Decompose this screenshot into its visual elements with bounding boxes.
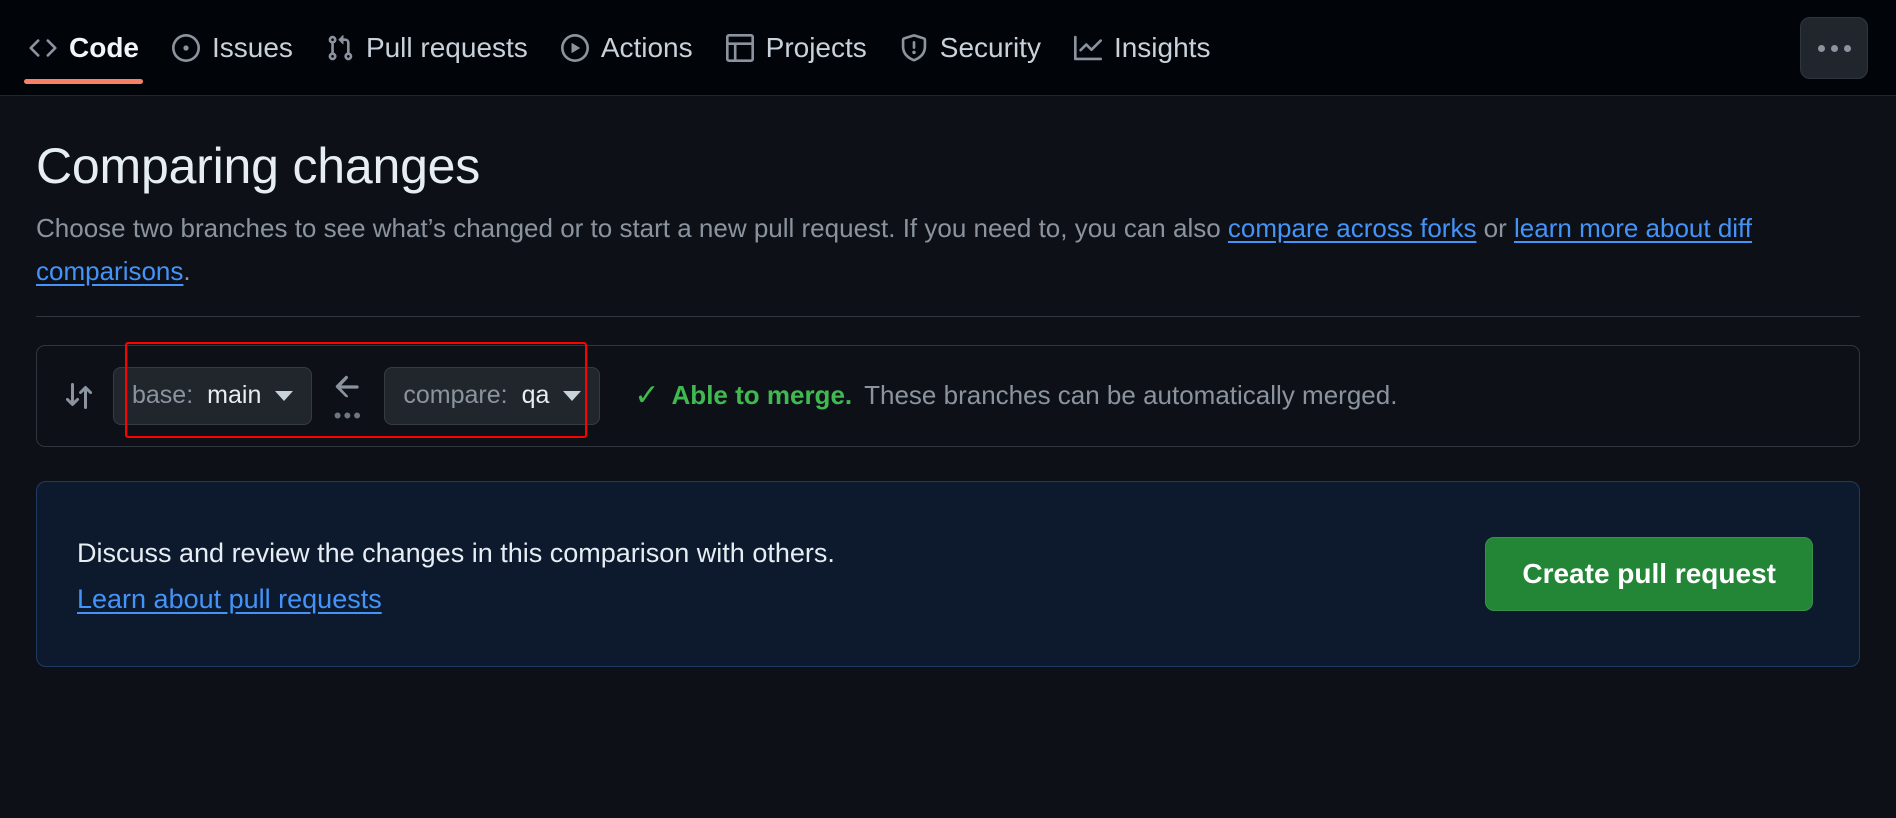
create-pull-request-button[interactable]: Create pull request [1485, 536, 1813, 611]
swap-dots: ••• [333, 403, 363, 429]
compare-page: Comparing changes Choose two branches to… [0, 96, 1896, 447]
compare-branch-prefix: compare: [403, 381, 508, 410]
nav-item-label: Issues [212, 32, 293, 63]
code-icon [28, 33, 58, 63]
base-branch-picker[interactable]: base: main [113, 366, 313, 425]
nav-item-projects[interactable]: Projects [709, 0, 883, 96]
play-icon [560, 33, 590, 63]
kebab-dot [1830, 44, 1838, 52]
nav-item-label: Insights [1113, 32, 1211, 63]
branch-compare-bar: base: main ••• compare: qa ✓ Able to mer… [36, 341, 1860, 447]
table-icon [725, 33, 755, 63]
shield-icon [899, 33, 929, 63]
graph-icon [1073, 33, 1103, 63]
base-branch-prefix: base: [132, 381, 194, 410]
page-description-end: . [183, 256, 191, 287]
chevron-down-icon [563, 390, 582, 401]
page-description-or: or [1476, 212, 1515, 243]
issue-opened-icon [171, 33, 201, 63]
compare-across-forks-link[interactable]: compare across forks [1228, 213, 1477, 243]
base-branch-name: main [207, 381, 262, 410]
compare-branch-picker[interactable]: compare: qa [384, 366, 601, 425]
nav-item-pull-requests[interactable]: Pull requests [309, 0, 544, 96]
page-title: Comparing changes [36, 138, 481, 194]
merge-status: ✓ Able to merge. These branches can be a… [634, 380, 1397, 411]
nav-item-label: Projects [765, 32, 867, 63]
chevron-down-icon [275, 390, 294, 401]
check-icon: ✓ [634, 378, 660, 412]
git-pull-request-icon [325, 33, 355, 63]
page-description-text: Choose two branches to see what’s change… [36, 212, 1228, 243]
nav-item-insights[interactable]: Insights [1057, 0, 1227, 96]
nav-item-label: Actions [600, 32, 693, 63]
divider [36, 315, 1860, 317]
nav-item-actions[interactable]: Actions [544, 0, 709, 96]
repo-nav: Code Issues Pull requests Actions Projec… [0, 0, 1896, 96]
git-compare-icon [59, 380, 99, 412]
nav-item-label: Security [939, 32, 1041, 63]
merge-status-detail: These branches can be automatically merg… [864, 380, 1398, 411]
discuss-panel: Discuss and review the changes in this c… [36, 480, 1860, 667]
compare-branch-name: qa [521, 381, 550, 410]
nav-item-issues[interactable]: Issues [155, 0, 309, 96]
kebab-dot [1817, 44, 1825, 52]
swap-branches-button[interactable]: ••• [312, 370, 384, 429]
discuss-panel-text: Discuss and review the changes in this c… [77, 538, 835, 569]
page-description: Choose two branches to see what’s change… [36, 207, 1756, 294]
nav-item-code[interactable]: Code [12, 0, 155, 96]
nav-item-label: Pull requests [365, 32, 528, 63]
nav-item-label: Code [69, 32, 139, 63]
discuss-panel-content: Discuss and review the changes in this c… [77, 532, 835, 615]
nav-more-button[interactable] [1800, 17, 1868, 79]
nav-item-security[interactable]: Security [883, 0, 1057, 96]
merge-status-headline: Able to merge. [671, 380, 853, 411]
learn-about-pull-requests-link[interactable]: Learn about pull requests [77, 584, 382, 615]
kebab-dot [1843, 44, 1851, 52]
